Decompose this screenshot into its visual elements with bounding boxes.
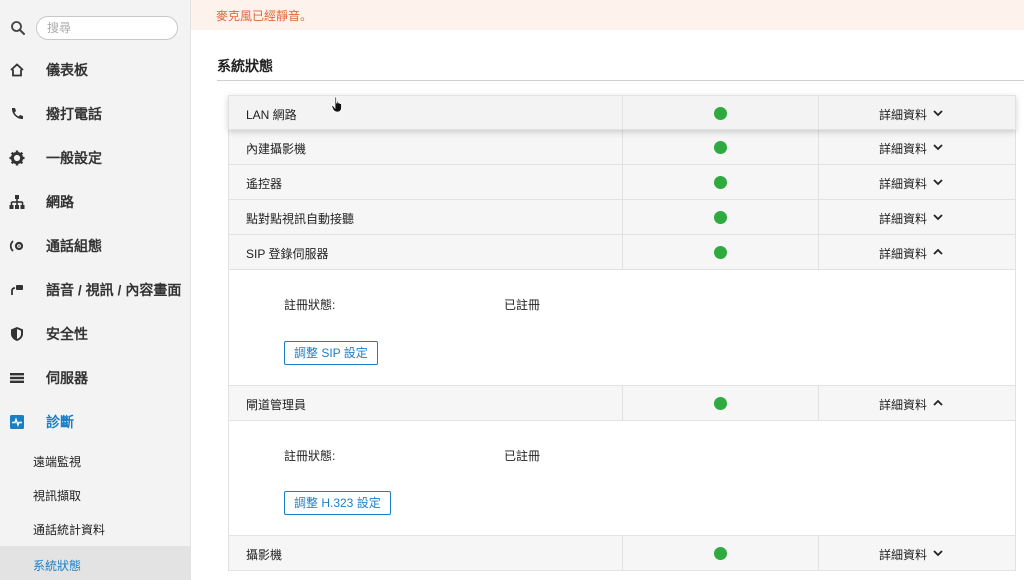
diagnostics-icon: [10, 415, 24, 429]
registration-status-value: 已註冊: [504, 449, 541, 463]
nav-item-label: 伺服器: [46, 370, 88, 386]
row-name: 內建攝影機: [246, 142, 307, 156]
page-title: 系統狀態: [217, 58, 273, 74]
status-ok-indicator: [714, 176, 727, 189]
registration-status-value: 已註冊: [504, 298, 541, 312]
search-icon: [11, 21, 25, 35]
chevron-up-icon[interactable]: [932, 397, 944, 409]
nav-item-place-call[interactable]: 撥打電話: [0, 92, 191, 136]
row-name: LAN 網路: [246, 108, 297, 122]
network-icon: [9, 195, 25, 209]
status-row-camera: 攝影機 詳細資料: [228, 536, 1016, 571]
row-name: 遙控器: [246, 177, 283, 191]
nav-item-label: 儀表板: [46, 62, 88, 78]
status-row-lan: LAN 網路 詳細資料: [228, 95, 1016, 130]
nav-item-diagnostics[interactable]: 診斷: [0, 400, 191, 444]
row-name: 點對點視訊自動接聽: [246, 212, 355, 226]
sip-detail-panel: 註冊狀態: 已註冊 調整 SIP 設定: [228, 270, 1016, 386]
registration-status-label: 註冊狀態:: [284, 449, 336, 463]
status-ok-indicator: [714, 547, 727, 560]
nav-item-label: 網路: [46, 194, 74, 210]
nav-item-label: 撥打電話: [46, 106, 102, 122]
status-ok-indicator: [714, 107, 727, 120]
notification-banner: 麥克風已經靜音。: [191, 0, 1024, 30]
sub-item-label: 通話統計資料: [33, 522, 106, 537]
chevron-down-icon[interactable]: [932, 547, 944, 559]
nav-item-label: 一般設定: [46, 150, 102, 166]
status-row-gatekeeper: 閘道管理員 詳細資料: [228, 386, 1016, 421]
sub-item-system-status[interactable]: 系統狀態: [0, 546, 191, 580]
details-toggle[interactable]: 詳細資料: [879, 210, 927, 227]
sub-item-label: 遠端監視: [33, 454, 82, 469]
search-input[interactable]: [36, 16, 178, 40]
nav-item-general-settings[interactable]: 一般設定: [0, 136, 191, 180]
nav-item-label: 診斷: [46, 414, 74, 430]
chevron-down-icon[interactable]: [932, 107, 944, 119]
registration-status-label: 註冊狀態:: [284, 298, 336, 312]
nav-item-audio-video-content[interactable]: 語音 / 視訊 / 內容畫面: [0, 268, 191, 312]
details-toggle[interactable]: 詳細資料: [879, 546, 927, 563]
nav-item-label: 通話組態: [46, 238, 102, 254]
gear-icon: [9, 150, 25, 166]
status-table: LAN 網路 詳細資料 內建攝影機 詳細資料 遙控器 詳細資料 點對點視訊自動接…: [228, 95, 1016, 571]
status-row-remote-control: 遙控器 詳細資料: [228, 165, 1016, 200]
gatekeeper-detail-panel: 註冊狀態: 已註冊 調整 H.323 設定: [228, 421, 1016, 536]
sidebar: 儀表板 撥打電話 一般設定: [0, 0, 191, 580]
hand-cursor-icon: [331, 96, 342, 113]
av-icon: [11, 285, 23, 295]
home-icon: [10, 63, 24, 77]
nav-item-security[interactable]: 安全性: [0, 312, 191, 356]
details-toggle[interactable]: 詳細資料: [879, 140, 927, 157]
chevron-down-icon[interactable]: [932, 211, 944, 223]
title-divider: [217, 80, 1024, 81]
chevron-down-icon[interactable]: [932, 176, 944, 188]
status-ok-indicator: [714, 246, 727, 259]
row-name: SIP 登錄伺服器: [246, 247, 329, 261]
server-icon: [10, 373, 24, 383]
nav-item-dashboard[interactable]: 儀表板: [0, 48, 191, 92]
status-row-p2p-auto-answer: 點對點視訊自動接聽 詳細資料: [228, 200, 1016, 235]
chevron-up-icon[interactable]: [932, 246, 944, 258]
sub-item-label: 視訊擷取: [33, 488, 82, 503]
status-ok-indicator: [714, 141, 727, 154]
sub-item-call-statistics[interactable]: 通話統計資料: [0, 512, 191, 546]
status-ok-indicator: [714, 211, 727, 224]
sub-item-video-capture[interactable]: 視訊擷取: [0, 478, 191, 512]
status-ok-indicator: [714, 397, 727, 410]
details-toggle[interactable]: 詳細資料: [879, 106, 927, 123]
sub-item-label: 系統狀態: [33, 559, 82, 573]
shield-icon: [11, 327, 23, 341]
phone-icon: [11, 108, 23, 120]
adjust-h323-settings-button[interactable]: 調整 H.323 設定: [284, 491, 391, 515]
nav-item-label: 語音 / 視訊 / 內容畫面: [46, 282, 182, 298]
nav-item-servers[interactable]: 伺服器: [0, 356, 191, 400]
nav-item-call-configuration[interactable]: 通話組態: [0, 224, 191, 268]
details-toggle[interactable]: 詳細資料: [879, 396, 927, 413]
sub-item-remote-monitoring[interactable]: 遠端監視: [0, 444, 191, 478]
notification-text: 麥克風已經靜音。: [216, 9, 313, 23]
nav-item-label: 安全性: [46, 326, 88, 342]
row-name: 攝影機: [246, 548, 283, 562]
details-toggle[interactable]: 詳細資料: [879, 245, 927, 262]
search-bar: [10, 16, 180, 42]
nav-item-network[interactable]: 網路: [0, 180, 191, 224]
chevron-down-icon[interactable]: [932, 141, 944, 153]
call-config-icon: [9, 240, 24, 252]
status-row-builtin-camera: 內建攝影機 詳細資料: [228, 130, 1016, 165]
adjust-sip-settings-button[interactable]: 調整 SIP 設定: [284, 341, 378, 365]
status-row-sip-registrar: SIP 登錄伺服器 詳細資料: [228, 235, 1016, 270]
row-name: 閘道管理員: [246, 398, 307, 412]
details-toggle[interactable]: 詳細資料: [879, 175, 927, 192]
